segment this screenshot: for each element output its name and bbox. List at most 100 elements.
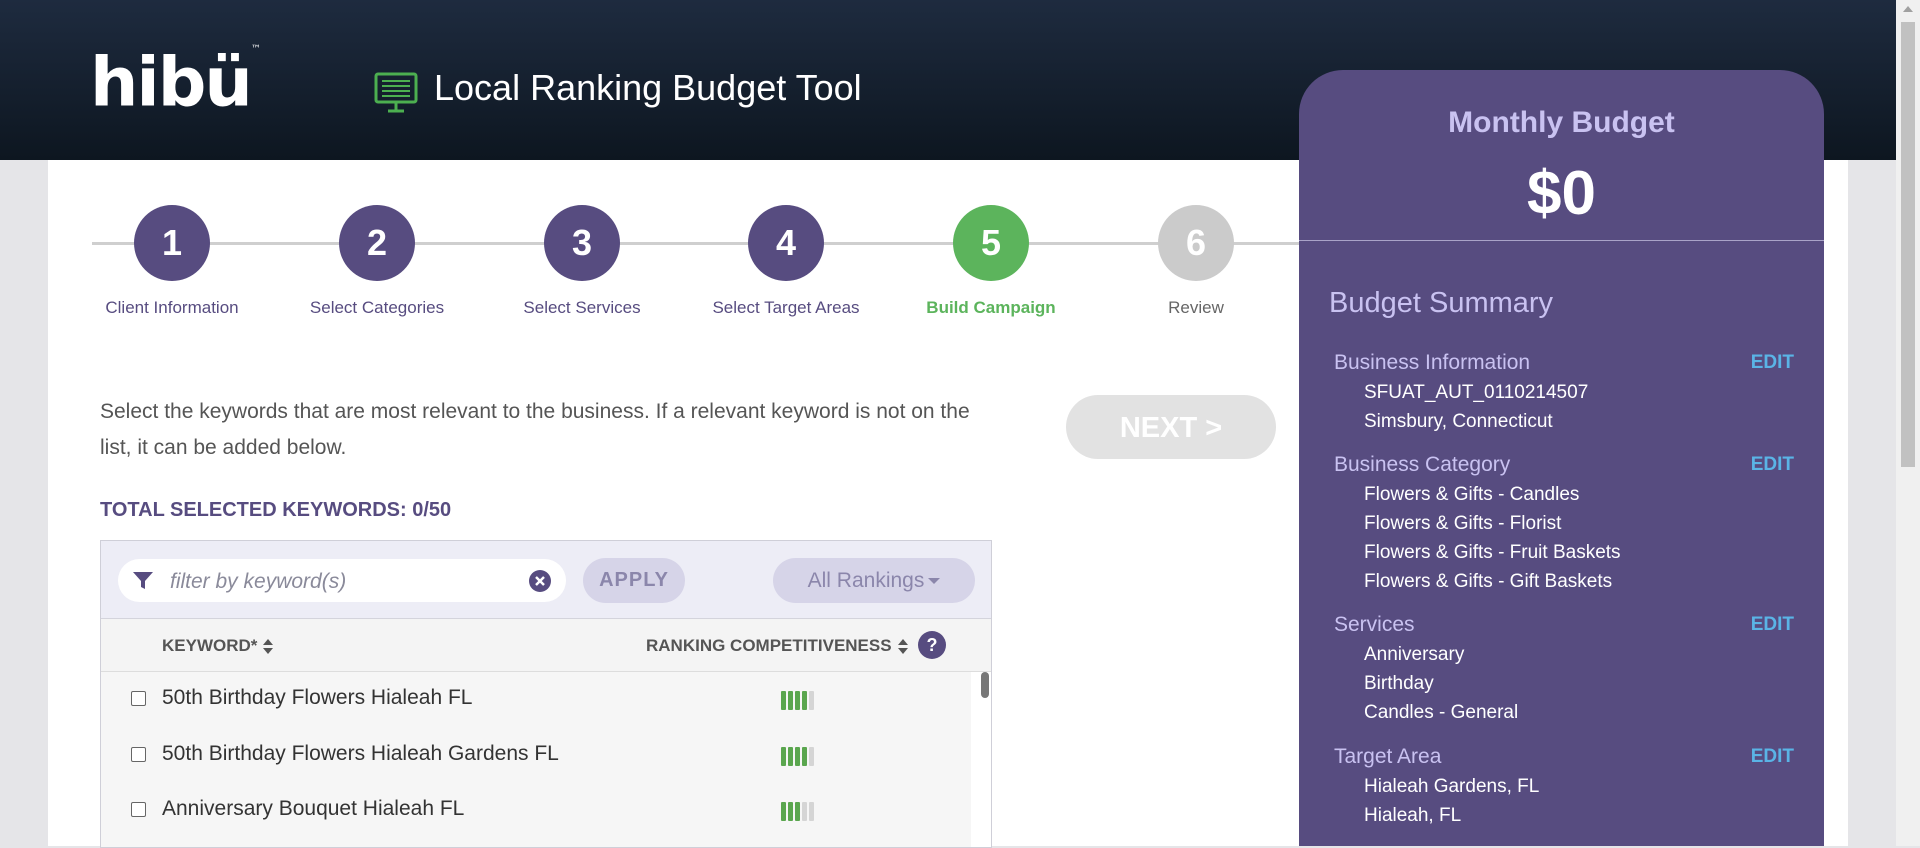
keyword-text: 50th Birthday Flowers Hialeah Gardens FL [162,742,559,765]
keyword-text: 50th Birthday Flowers Hialeah FL [162,686,473,709]
summary-item: Flowers & Gifts - Candles [1364,484,1580,505]
section-heading: Target Area [1334,745,1442,768]
edit-business-category-link[interactable]: EDIT [1751,450,1794,480]
summary-business-category: Business Category EDIT Flowers & Gifts -… [1334,450,1794,596]
next-button[interactable]: NEXT > [1066,395,1276,459]
step-label: Select Target Areas [712,298,860,317]
competitiveness-segment [802,747,807,766]
competitiveness-segment [781,802,786,821]
summary-item: Hialeah, FL [1364,805,1462,826]
step-select-categories[interactable]: 2 Select Categories [277,205,477,318]
keyword-column-header[interactable]: KEYWORD* [162,636,274,656]
ranking-column-header[interactable]: RANKING COMPETITIVENESS [646,636,908,656]
competitiveness-segment [788,747,793,766]
competitiveness-meter [781,747,816,766]
summary-item: SFUAT_AUT_0110214507 [1364,382,1589,403]
clear-filter-icon[interactable] [528,569,552,593]
competitiveness-segment [795,691,800,710]
step-label: Client Information [105,298,239,317]
keyword-rows: 50th Birthday Flowers Hialeah FL 50th Bi… [101,672,971,847]
filter-bar: APPLY All Rankings [101,541,991,619]
summary-item: Birthday [1364,673,1434,694]
keyword-checkbox[interactable] [131,691,146,706]
budget-summary-title: Budget Summary [1329,287,1554,319]
app-title: Local Ranking Budget Tool [434,67,862,108]
edit-services-link[interactable]: EDIT [1751,610,1794,640]
competitiveness-segment [802,691,807,710]
keyword-table: APPLY All Rankings KEYWORD* RANKING COMP… [100,540,992,848]
monthly-budget-title: Monthly Budget [1448,106,1675,139]
keyword-text: Anniversary Bouquet Hialeah FL [162,797,465,820]
rankings-dropdown[interactable]: All Rankings [773,558,975,603]
summary-item: Candles - General [1364,702,1519,723]
filter-input-container [118,559,566,602]
table-header: KEYWORD* RANKING COMPETITIVENESS ? [101,619,991,672]
step-number: 2 [339,205,415,281]
competitiveness-segment [795,802,800,821]
page-scrollbar-thumb[interactable] [1901,22,1915,467]
step-number: 5 [953,205,1029,281]
hibu-logo[interactable]: hibü™ [90,40,261,124]
competitiveness-segment [788,802,793,821]
step-build-campaign[interactable]: 5 Build Campaign [891,205,1091,318]
step-client-information[interactable]: 1 Client Information [72,205,272,318]
step-review: 6 Review [1096,205,1296,318]
rankings-dropdown-label: All Rankings [807,569,925,592]
page-scrollbar[interactable] [1896,0,1920,846]
competitiveness-meter [781,802,816,821]
competitiveness-segment [809,691,814,710]
summary-services: Services EDIT Anniversary Birthday Candl… [1334,610,1794,727]
competitiveness-segment [809,802,814,821]
summary-item: Flowers & Gifts - Gift Baskets [1364,571,1613,592]
table-row[interactable]: Anniversary Bouquet Hialeah FL [101,783,971,838]
step-number: 3 [544,205,620,281]
filter-icon [133,572,153,589]
edit-business-information-link[interactable]: EDIT [1751,348,1794,378]
summary-target-area: Target Area EDIT Hialeah Gardens, FL Hia… [1334,742,1794,830]
instructions-text: Select the keywords that are most releva… [100,400,970,459]
keyword-checkbox[interactable] [131,747,146,762]
help-icon[interactable]: ? [918,631,946,659]
competitiveness-segment [809,747,814,766]
summary-item: Simsbury, Connecticut [1364,411,1553,432]
competitiveness-segment [781,747,786,766]
competitiveness-segment [781,691,786,710]
step-number: 6 [1158,205,1234,281]
summary-item: Flowers & Gifts - Florist [1364,513,1562,534]
section-heading: Services [1334,613,1415,636]
keyword-checkbox[interactable] [131,802,146,817]
competitiveness-meter [781,691,816,710]
summary-item: Flowers & Gifts - Fruit Baskets [1364,542,1621,563]
step-label: Select Categories [309,298,445,317]
summary-business-information: Business Information EDIT SFUAT_AUT_0110… [1334,348,1794,436]
table-row[interactable]: 50th Birthday Flowers Hialeah FL [101,672,971,727]
monthly-budget-amount: $0 [1527,159,1596,228]
step-number: 4 [748,205,824,281]
section-heading: Business Category [1334,453,1511,476]
step-select-services[interactable]: 3 Select Services [482,205,682,318]
summary-item: Hialeah Gardens, FL [1364,776,1540,797]
competitiveness-segment [802,802,807,821]
edit-target-area-link[interactable]: EDIT [1751,742,1794,772]
step-number: 1 [134,205,210,281]
competitiveness-segment [795,747,800,766]
scroll-up-arrow-icon[interactable] [1903,6,1913,12]
sort-icon [263,638,274,655]
keyword-filter-input[interactable] [168,567,512,597]
step-label: Review [1168,298,1224,317]
summary-item: Anniversary [1364,644,1465,665]
step-label: Select Services [523,298,641,317]
step-select-target-areas[interactable]: 4 Select Target Areas [686,205,886,318]
table-row[interactable]: 50th Birthday Flowers Hialeah Gardens FL [101,728,971,783]
table-scrollbar[interactable] [981,672,989,698]
divider [1299,240,1824,241]
monitor-icon [374,72,418,113]
total-selected-keywords: TOTAL SELECTED KEYWORDS: 0/50 [100,499,452,521]
section-heading: Business Information [1334,351,1531,374]
apply-filter-button[interactable]: APPLY [583,558,685,603]
sort-icon [897,638,908,655]
competitiveness-segment [788,691,793,710]
step-label: Build Campaign [926,298,1056,317]
budget-panel: Monthly Budget $0 Budget Summary Busines… [1299,70,1824,846]
caret-down-icon [928,578,941,585]
